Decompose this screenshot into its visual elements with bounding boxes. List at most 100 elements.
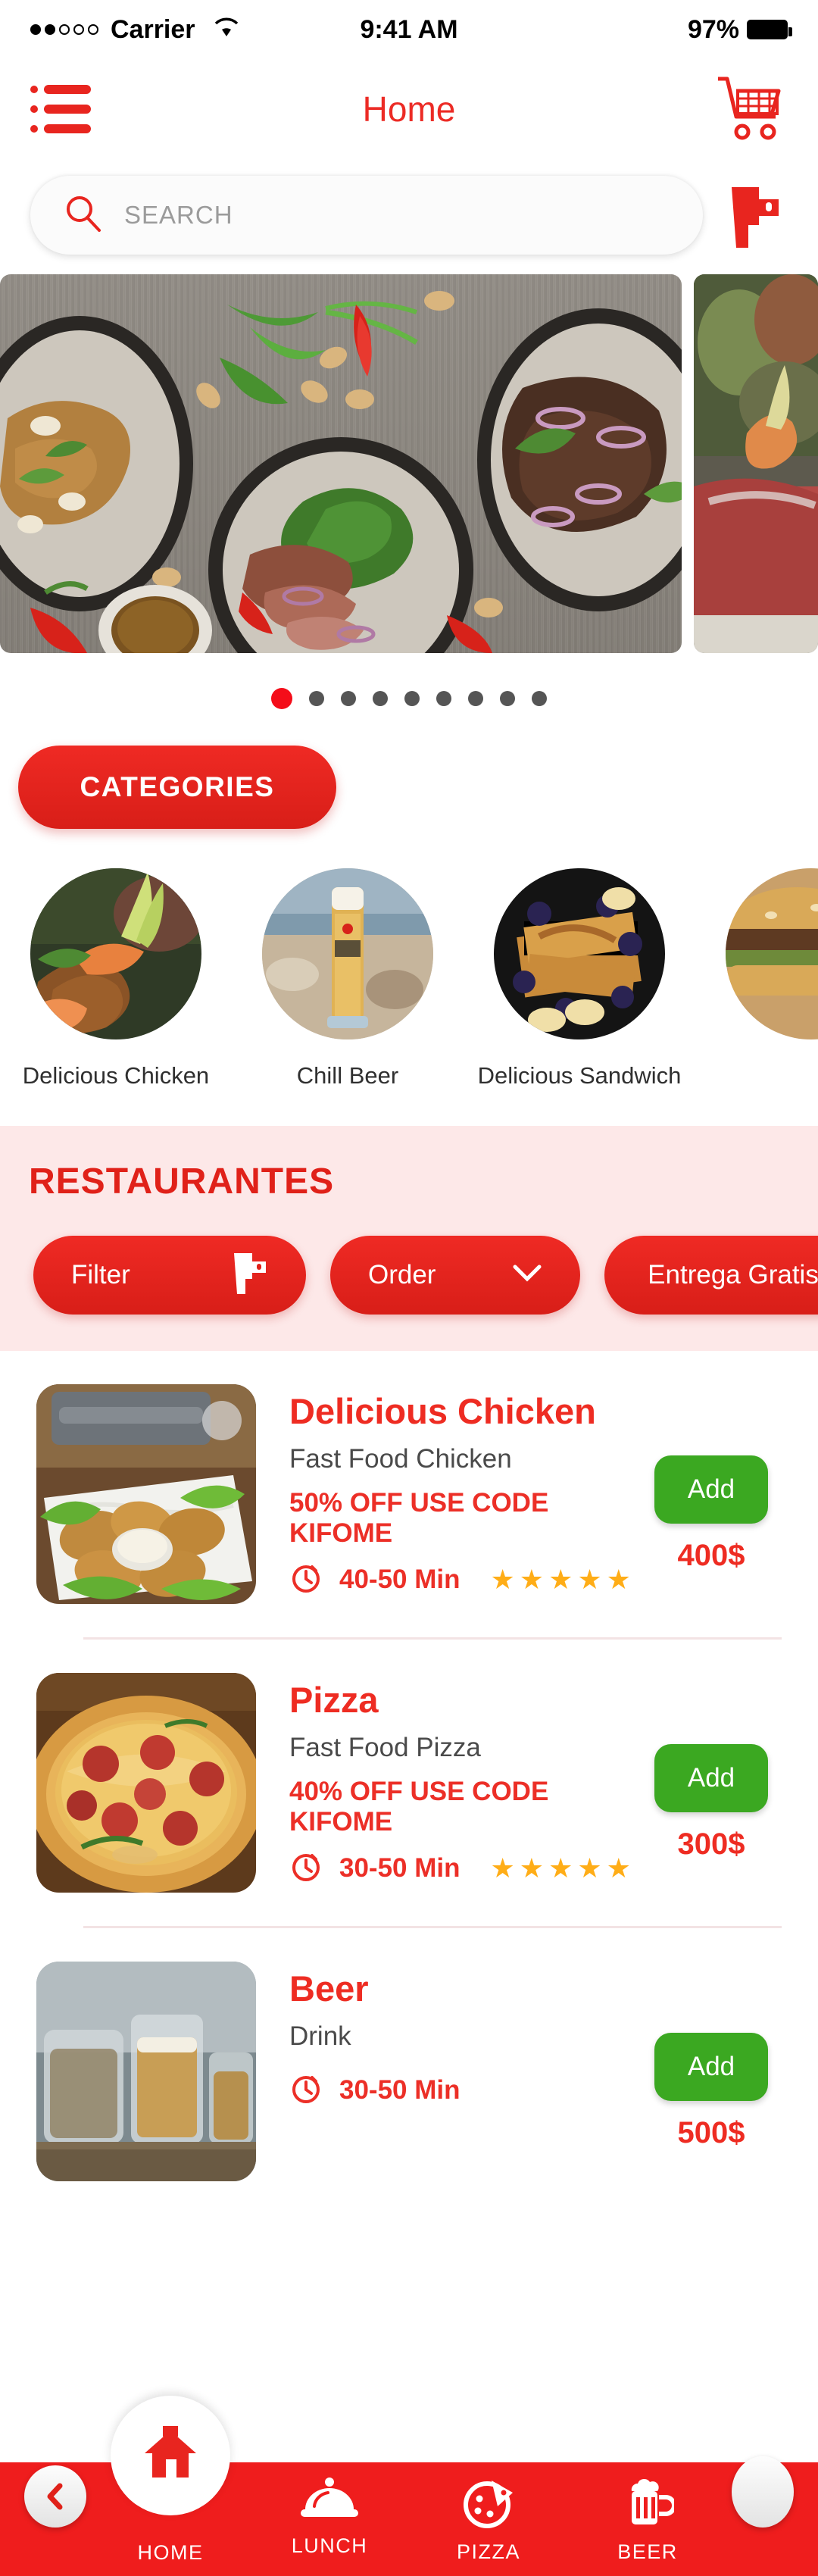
carousel-slide-1[interactable] (0, 274, 682, 653)
nav-label-pizza: PIZZA (456, 2540, 520, 2563)
add-button[interactable]: Add (654, 2033, 768, 2101)
carousel-slide-2[interactable] (694, 274, 818, 653)
home-icon (142, 2425, 199, 2486)
signal-strength-icon (30, 24, 98, 35)
next-button[interactable] (732, 2456, 794, 2528)
home-active-circle (111, 2396, 230, 2515)
filter-chip-row[interactable]: Filter Order Entrega Gratis (0, 1202, 818, 1315)
chevron-down-icon (512, 1260, 542, 1290)
nav-label-lunch: LUNCH (291, 2534, 368, 2557)
carousel-dot-active[interactable] (271, 688, 292, 709)
category-label: Chill Beer (296, 1062, 399, 1089)
item-price: 500$ (677, 2116, 745, 2149)
star-icon: ★ (577, 1852, 602, 1884)
search-row: SEARCH (0, 159, 818, 255)
list-item[interactable]: Pizza Fast Food Pizza 40% OFF USE CODE K… (0, 1640, 818, 1893)
item-meta: 30-50 Min ★ ★ ★ ★ ★ (289, 1849, 632, 1887)
star-icon: ★ (490, 1852, 515, 1884)
carousel-dot[interactable] (404, 691, 420, 706)
clock-icon (289, 2071, 323, 2109)
hero-carousel[interactable] (0, 274, 818, 653)
clock-icon (289, 1561, 323, 1598)
free-delivery-chip[interactable]: Entrega Gratis (604, 1236, 818, 1315)
carousel-dot[interactable] (500, 691, 515, 706)
battery-percent-label: 97% (687, 14, 739, 44)
item-subtitle: Fast Food Pizza (289, 1733, 481, 1762)
categories-button[interactable]: CATEGORIES (18, 746, 336, 829)
category-image-sandwich (494, 868, 665, 1039)
item-rating: ★ ★ ★ ★ ★ (490, 1852, 631, 1884)
nav-item-home[interactable]: HOME (91, 2396, 250, 2565)
item-meta: 40-50 Min ★ ★ ★ ★ ★ (289, 1561, 632, 1598)
nav-items: HOME LUNCH PIZZA BEER (0, 2396, 818, 2565)
star-icon: ★ (548, 1563, 573, 1595)
item-price: 400$ (677, 1539, 745, 1572)
pizza-icon (461, 2476, 516, 2533)
carousel-dot[interactable] (341, 691, 356, 706)
list-item[interactable]: Beer Drink 30-50 Min Add 500$ (0, 1928, 818, 2181)
carousel-dot[interactable] (436, 691, 451, 706)
add-button[interactable]: Add (654, 1744, 768, 1812)
category-label: Delicious Sandwich (477, 1062, 682, 1089)
list-item[interactable]: Delicious Chicken Fast Food Chicken 50% … (0, 1351, 818, 1604)
app-header: Home (0, 59, 818, 159)
restaurants-section: RESTAURANTES Filter Order Entrega Gratis (0, 1126, 818, 1351)
filter-funnel-icon[interactable] (723, 183, 788, 248)
item-name: Delicious Chicken (289, 1391, 596, 1431)
carousel-dots[interactable] (0, 683, 818, 714)
category-item-sandwich[interactable]: Delicious Sandwich (464, 868, 695, 1089)
order-chip[interactable]: Order (330, 1236, 580, 1315)
item-subtitle: Drink (289, 2021, 351, 2051)
category-item-chicken[interactable]: Delicious Chicken (0, 868, 232, 1089)
item-actions: Add 500$ (632, 1962, 791, 2150)
star-icon: ★ (519, 1852, 545, 1884)
status-right: 97% (687, 14, 792, 45)
carousel-dot[interactable] (309, 691, 324, 706)
status-bar: Carrier 9:41 AM 97% (0, 0, 818, 59)
nav-label-home: HOME (137, 2541, 204, 2564)
item-delivery-time: 30-50 Min (339, 1852, 461, 1883)
item-meta: 30-50 Min (289, 2071, 632, 2109)
search-placeholder: SEARCH (124, 201, 233, 229)
item-delivery-time: 40-50 Min (339, 1564, 461, 1594)
category-label: Delicious Chicken (22, 1062, 210, 1089)
item-promo: 40% OFF USE CODE KIFOME (289, 1777, 549, 1837)
carousel-dot[interactable] (373, 691, 388, 706)
carrier-label: Carrier (111, 14, 195, 44)
carousel-dot[interactable] (532, 691, 547, 706)
search-input[interactable]: SEARCH (30, 176, 703, 255)
status-left: Carrier (30, 15, 239, 45)
star-icon: ★ (548, 1852, 573, 1884)
shopping-cart-icon[interactable] (715, 73, 788, 146)
category-image-chicken (30, 868, 201, 1039)
prev-button[interactable] (24, 2465, 86, 2528)
nav-item-lunch[interactable]: LUNCH (250, 2462, 409, 2558)
item-subtitle: Fast Food Chicken (289, 1444, 512, 1474)
item-thumbnail-pizza (36, 1673, 256, 1893)
carousel-dot[interactable] (468, 691, 483, 706)
category-item-beer[interactable]: Chill Beer (232, 868, 464, 1089)
order-chip-label: Order (368, 1260, 436, 1290)
star-icon: ★ (577, 1563, 602, 1595)
add-button[interactable]: Add (654, 1455, 768, 1524)
bottom-navigation: HOME LUNCH PIZZA BEER (0, 2396, 818, 2576)
nav-item-beer[interactable]: BEER (568, 2462, 727, 2564)
clock-icon (289, 1849, 323, 1887)
star-icon: ★ (519, 1563, 545, 1595)
item-actions: Add 400$ (632, 1384, 791, 1573)
star-icon: ★ (606, 1563, 631, 1595)
filter-chip[interactable]: Filter (33, 1236, 306, 1315)
battery-icon (747, 20, 792, 39)
item-info: Delicious Chicken Fast Food Chicken 50% … (256, 1384, 632, 1598)
nav-item-pizza[interactable]: PIZZA (409, 2462, 568, 2564)
category-list[interactable]: Delicious Chicken Chill Beer Delicious S… (0, 829, 818, 1089)
item-actions: Add 300$ (632, 1673, 791, 1862)
item-name: Pizza (289, 1680, 379, 1720)
restaurant-list: Delicious Chicken Fast Food Chicken 50% … (0, 1351, 818, 2181)
category-item-burger[interactable] (695, 868, 818, 1089)
beer-mug-icon (621, 2476, 676, 2533)
item-name: Beer (289, 1968, 369, 2009)
category-image-beer (262, 868, 433, 1039)
filter-funnel-icon (232, 1250, 268, 1301)
category-image-burger (726, 868, 818, 1039)
